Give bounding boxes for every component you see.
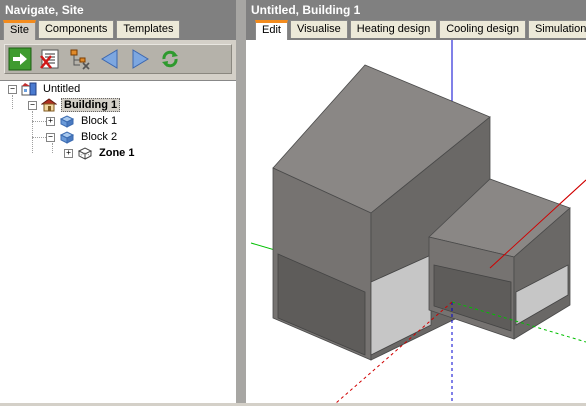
delete-list-icon	[40, 49, 59, 69]
expand-toggle[interactable]: +	[46, 116, 55, 126]
collapse-toggle[interactable]: −	[28, 100, 37, 110]
go-arrow-icon	[8, 47, 32, 71]
tab-templates[interactable]: Templates	[116, 20, 181, 38]
expand-toggle[interactable]: +	[64, 148, 73, 158]
navigator-tabbar: Site Components Templates	[0, 20, 236, 40]
refresh-button[interactable]	[157, 46, 183, 72]
zone-icon	[77, 147, 93, 160]
navigator-toolbar	[4, 44, 232, 74]
building-icon	[41, 98, 57, 112]
tree-label-building: Building 1	[61, 98, 121, 112]
tree-label-block-1: Block 1	[81, 115, 118, 127]
3d-viewport[interactable]	[246, 40, 586, 404]
tree-label-site: Untitled	[43, 83, 81, 95]
tree-connector	[32, 137, 46, 138]
forward-arrow-icon	[132, 49, 149, 69]
tab-edit[interactable]: Edit	[255, 20, 288, 40]
back-arrow-icon	[101, 49, 118, 69]
tree-connector	[32, 121, 46, 122]
tab-cooling-design[interactable]: Cooling design	[439, 20, 526, 38]
refresh-icon	[162, 50, 178, 68]
block-icon	[59, 131, 75, 144]
panel-splitter[interactable]	[236, 0, 246, 403]
tab-simulation[interactable]: Simulation	[527, 20, 586, 38]
collapse-toggle[interactable]: −	[46, 132, 55, 142]
back-button[interactable]	[97, 46, 123, 72]
tree-connector	[12, 95, 13, 109]
block-icon	[59, 115, 75, 128]
site-tree: − Untitled − Building 1 + Block 1 − Bloc…	[0, 80, 236, 403]
site-icon	[21, 82, 37, 96]
tree-label-block-2: Block 2	[81, 131, 118, 143]
tree-item-block-1[interactable]: + Block 1	[46, 113, 119, 129]
tree-item-site[interactable]: − Untitled	[8, 81, 82, 97]
tree-delete-icon	[70, 49, 90, 70]
tree-item-zone-1[interactable]: + Zone 1	[64, 145, 136, 161]
tree-connector	[32, 111, 33, 153]
navigator-title: Navigate, Site	[0, 0, 236, 20]
tab-site[interactable]: Site	[3, 20, 36, 40]
editor-panel: Untitled, Building 1 Edit Visualise Heat…	[246, 0, 586, 404]
editor-tabbar: Edit Visualise Heating design Cooling de…	[246, 20, 586, 40]
forward-button[interactable]	[127, 46, 153, 72]
tab-components[interactable]: Components	[37, 20, 115, 38]
go-button[interactable]	[7, 46, 33, 72]
building-model-view[interactable]	[246, 40, 586, 404]
editor-title: Untitled, Building 1	[246, 0, 586, 20]
tree-item-building[interactable]: − Building 1	[28, 97, 121, 113]
tab-heating-design[interactable]: Heating design	[349, 20, 438, 38]
tree-delete-button[interactable]	[67, 46, 93, 72]
tree-item-block-2[interactable]: − Block 2	[46, 129, 119, 145]
tab-visualise[interactable]: Visualise	[289, 20, 348, 38]
navigator-panel: Navigate, Site Site Components Templates	[0, 0, 236, 403]
delete-list-button[interactable]	[37, 46, 63, 72]
tree-label-zone-1: Zone 1	[99, 147, 135, 159]
collapse-toggle[interactable]: −	[8, 84, 17, 94]
